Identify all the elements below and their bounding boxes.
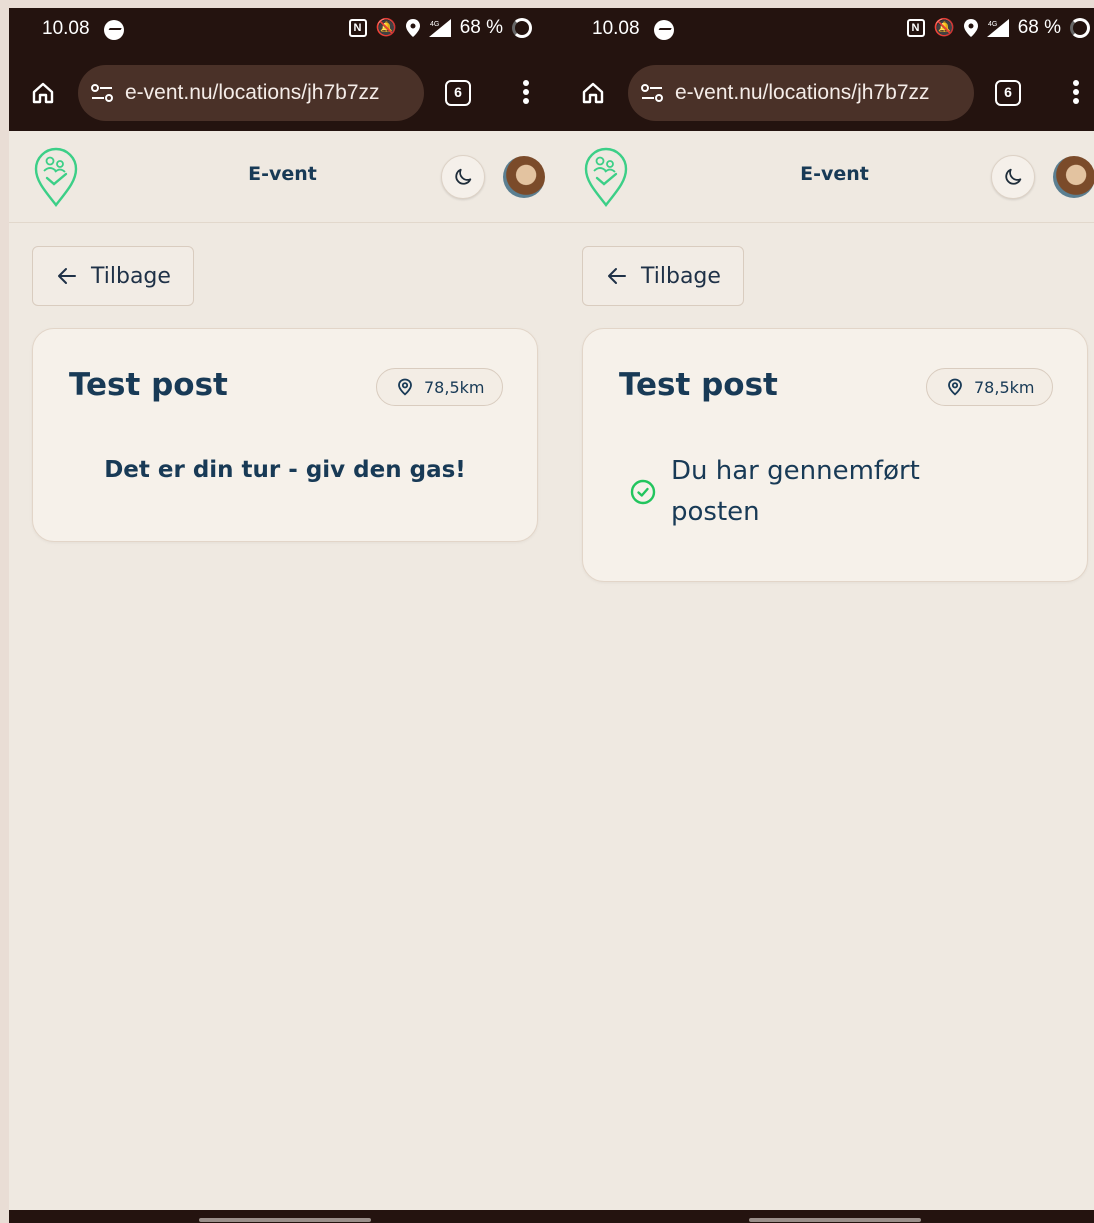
back-button-label: Tilbage [91,263,171,289]
url-bar[interactable]: e-vent.nu/locations/jh7b7zz [78,65,424,121]
app-header: E-vent [559,131,1094,223]
location-pin-icon [948,378,962,396]
messenger-icon [104,20,124,40]
status-icons: N 🔕 4G 68 % [906,17,1090,39]
status-icons: N 🔕 4G 68 % [348,17,532,39]
messenger-icon [654,20,674,40]
more-vertical-icon[interactable] [1072,80,1080,106]
check-circle-icon [630,479,656,505]
moon-icon [1005,168,1022,185]
distance-value: 78,5km [974,377,1035,397]
gesture-handle[interactable] [749,1218,921,1222]
location-icon [405,19,420,37]
bell-muted-icon: 🔕 [375,18,397,37]
status-time: 10.08 [592,18,640,39]
tune-icon[interactable] [90,83,114,103]
phone-screen-before: 10.08 N 🔕 4G 68 % e-vent.nu/locations/jh… [9,8,560,1223]
moon-icon [455,168,472,185]
arrow-left-icon [608,268,626,284]
battery-ring-icon [512,18,532,38]
url-bar[interactable]: e-vent.nu/locations/jh7b7zz [628,65,974,121]
status-time: 10.08 [42,18,90,39]
avatar[interactable] [1053,156,1094,198]
post-card: Test post 78,5km Det er din tur - giv de… [32,328,538,542]
battery-level: 68 % [1017,17,1061,38]
avatar[interactable] [503,156,545,198]
turn-message: Det er din tur - giv den gas! [104,457,466,483]
url-text: e-vent.nu/locations/jh7b7zz [125,81,380,104]
bell-muted-icon: 🔕 [933,18,955,37]
completed-message: Du har gennemført posten [671,456,920,527]
svg-text:4G: 4G [430,21,439,28]
distance-value: 78,5km [424,377,485,397]
distance-badge: 78,5km [926,368,1053,406]
browser-toolbar: e-vent.nu/locations/jh7b7zz 6 [559,53,1094,131]
post-title: Test post [619,367,778,403]
url-text: e-vent.nu/locations/jh7b7zz [675,81,930,104]
post-card: Test post 78,5km Du har gennemført poste… [582,328,1088,582]
back-button[interactable]: Tilbage [32,246,194,306]
battery-level: 68 % [459,17,503,38]
more-vertical-icon[interactable] [522,80,530,106]
home-icon[interactable] [31,81,55,105]
home-icon[interactable] [581,81,605,105]
system-nav-bar [559,1210,1094,1223]
status-bar: 10.08 N 🔕 4G 68 % [559,8,1094,53]
location-icon [963,19,978,37]
system-nav-bar [9,1210,560,1223]
phone-screen-after: 10.08 N 🔕 4G 68 % e-vent.nu/locations/jh… [559,8,1094,1223]
theme-toggle-button[interactable] [991,155,1035,199]
tab-switcher-button[interactable]: 6 [995,80,1021,106]
back-button-label: Tilbage [641,263,721,289]
tab-switcher-button[interactable]: 6 [445,80,471,106]
nfc-icon: N [348,19,367,37]
nfc-icon: N [906,19,925,37]
gesture-handle[interactable] [199,1218,371,1222]
battery-ring-icon [1070,18,1090,38]
app-header: E-vent [9,131,560,223]
back-button[interactable]: Tilbage [582,246,744,306]
distance-badge: 78,5km [376,368,503,406]
status-bar: 10.08 N 🔕 4G 68 % [9,8,560,53]
location-pin-icon [398,378,412,396]
svg-text:4G: 4G [988,21,997,28]
signal-icon: 4G [428,19,451,37]
signal-icon: 4G [986,19,1009,37]
tune-icon[interactable] [640,83,664,103]
post-title: Test post [69,367,228,403]
completed-status: Du har gennemført posten [629,451,969,533]
theme-toggle-button[interactable] [441,155,485,199]
browser-toolbar: e-vent.nu/locations/jh7b7zz 6 [9,53,560,131]
arrow-left-icon [58,268,76,284]
